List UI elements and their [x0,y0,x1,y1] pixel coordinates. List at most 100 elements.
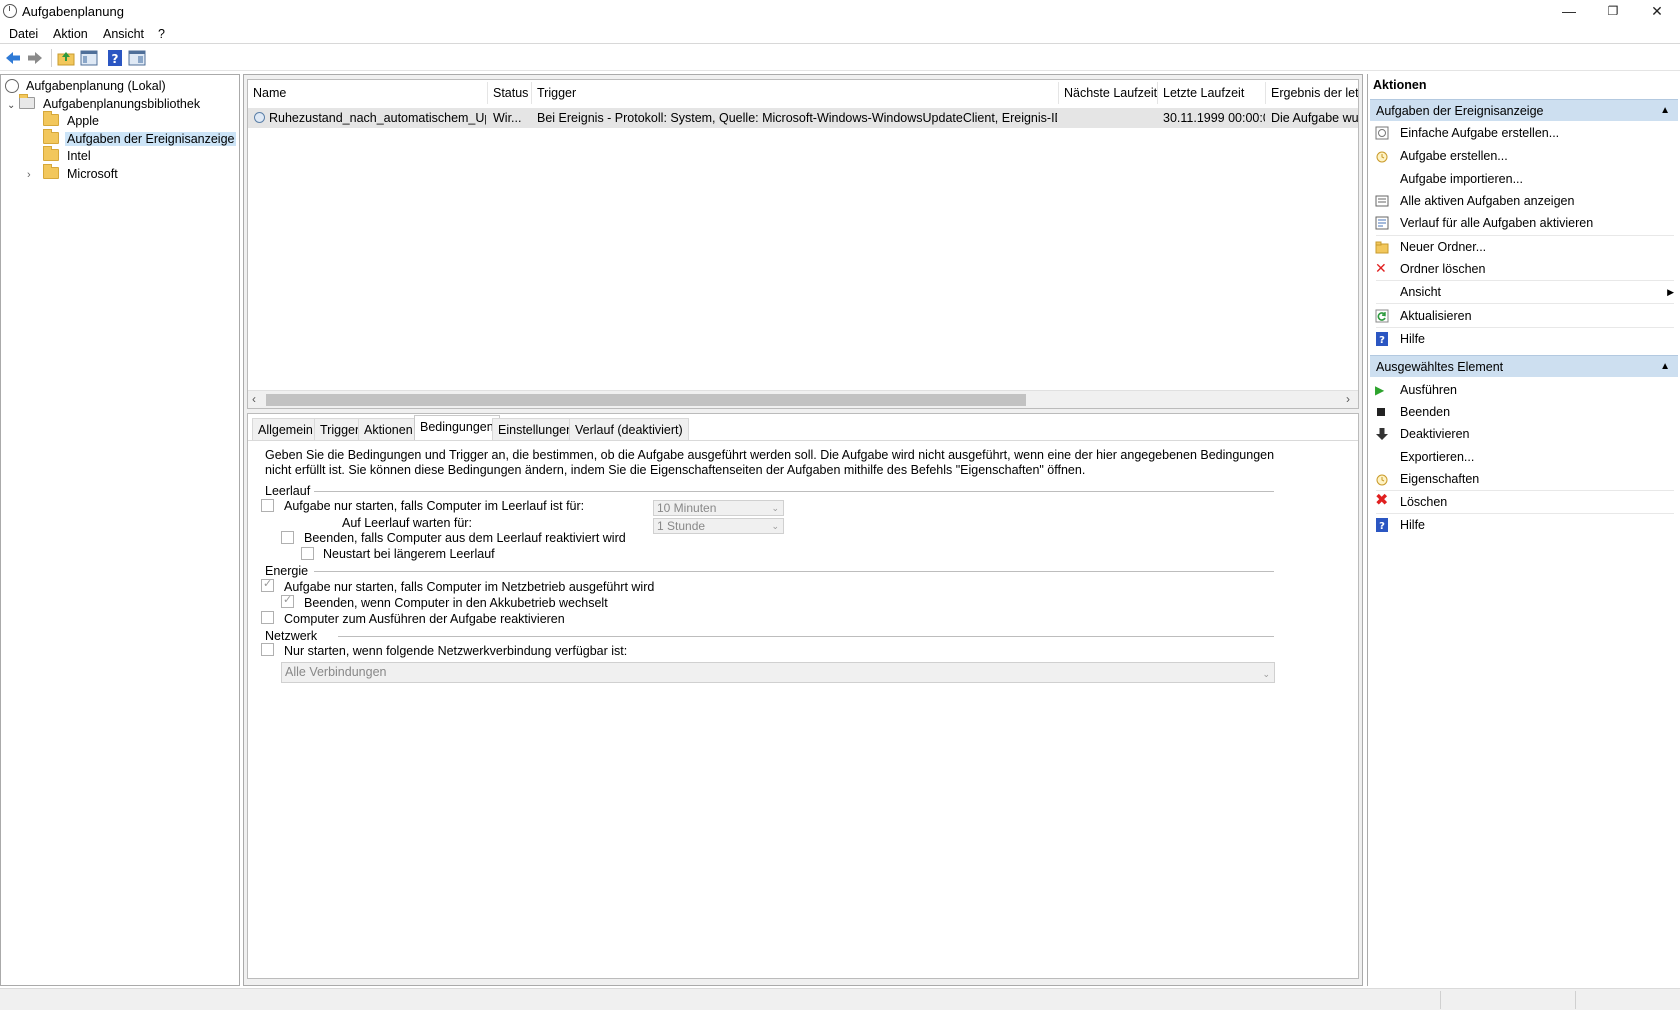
restore-button[interactable]: ❐ [1590,0,1636,24]
delete-x-icon: ✖ [1375,492,1389,509]
tab-einstellungen[interactable]: Einstellungen [492,418,580,440]
tab-verlauf[interactable]: Verlauf (deaktiviert) [569,418,689,440]
ac-power-only-label: Aufgabe nur starten, falls Computer im N… [284,580,655,594]
column-header-trigger[interactable]: Trigger [532,82,1059,104]
tree-item-root[interactable]: Aufgabenplanung (Lokal) [5,77,168,95]
create-basic-task-action[interactable]: Einfache Aufgabe erstellen... [1370,122,1676,144]
tab-allgemein[interactable]: Allgemein [252,418,319,440]
column-header-result[interactable]: Ergebnis der let [1266,82,1358,104]
scroll-right-arrow-icon[interactable]: › [1346,392,1350,406]
svg-text:?: ? [1379,521,1385,532]
wait-duration-select[interactable]: 1 Stunde ⌄ [653,518,784,534]
create-task-action[interactable]: Aufgabe erstellen... [1370,145,1676,167]
chevron-down-icon[interactable]: ⌄ [7,97,19,115]
column-header-name[interactable]: Name [248,82,488,104]
horizontal-scrollbar[interactable]: ‹ › [248,390,1358,408]
task-name-cell: Ruhezustand_nach_automatischem_Up... [254,108,486,128]
window-title: Aufgabenplanung [22,4,124,19]
back-arrow-icon[interactable] [4,49,22,67]
end-action[interactable]: Beenden [1370,401,1676,423]
restart-idle-checkbox[interactable] [301,547,314,560]
stop-if-resumed-checkbox[interactable] [281,531,294,544]
tree-item-intel[interactable]: Intel [43,146,93,165]
section-header-selected-item[interactable]: Ausgewähltes Element ▲ [1370,355,1678,377]
delete-x-icon: ✕ [1375,260,1387,276]
column-header-next-run[interactable]: Nächste Laufzeit [1059,82,1158,104]
running-tasks-icon [1375,195,1389,207]
refresh-icon [1375,309,1389,323]
wait-for-idle-label: Auf Leerlauf warten für: [342,516,472,530]
toolbar-separator [51,49,52,67]
status-divider [1575,991,1576,1009]
svg-text:?: ? [112,52,119,66]
restart-idle-label: Neustart bei längerem Leerlauf [323,547,495,561]
menu-bar: Datei Aktion Ansicht ? [0,24,1680,44]
tree-item-aufgaben-der-ereignisanzeige[interactable]: Aufgaben der Ereignisanzeige [43,129,237,148]
run-action[interactable]: ▶ Ausführen [1370,379,1676,401]
close-button[interactable]: ✕ [1634,0,1680,24]
title-bar: Aufgabenplanung — ❐ ✕ [0,0,1680,24]
section-header-event-viewer-tasks[interactable]: Aufgaben der Ereignisanzeige ▲ [1370,99,1678,121]
task-scheduler-app-icon [3,4,17,18]
chevron-down-icon: ⌄ [771,521,779,531]
task-detail-panel: Allgemein Trigger Aktionen Bedingungen E… [247,413,1359,979]
export-action[interactable]: Exportieren... [1370,446,1676,468]
scrollbar-thumb[interactable] [266,394,1026,406]
folder-icon [43,164,59,179]
separator [1376,303,1674,304]
collapse-caret-icon[interactable]: ▲ [1660,356,1670,378]
forward-arrow-icon[interactable] [26,49,44,67]
console-tree: Aufgabenplanung (Lokal) ⌄ Aufgabenplanung… [0,74,240,986]
stop-on-battery-label: Beenden, wenn Computer in den Akkubetrie… [304,596,608,610]
create-task-icon [1376,151,1388,163]
task-status-cell: Wir... [493,111,522,125]
show-running-tasks-action[interactable]: Alle aktiven Aufgaben anzeigen [1370,190,1676,212]
wake-computer-checkbox[interactable] [261,611,274,624]
tree-item-apple[interactable]: Apple [43,111,101,130]
task-trigger-cell: Bei Ereignis - Protokoll: System, Quelle… [537,111,1057,125]
delete-action[interactable]: ✖ Löschen [1370,491,1676,513]
properties-action[interactable]: Eigenschaften [1370,468,1676,490]
up-folder-icon[interactable] [57,49,75,67]
menu-aktion[interactable]: Aktion [53,27,88,41]
minimize-button[interactable]: — [1546,0,1592,24]
submenu-arrow-icon: ▶ [1667,287,1674,297]
conditions-description: Geben Sie die Bedingungen und Trigger an… [265,448,1275,477]
folder-icon [43,111,59,126]
network-checkbox[interactable] [261,643,274,656]
help-selected-action[interactable]: ? Hilfe [1370,514,1676,536]
new-folder-action[interactable]: Neuer Ordner... [1370,236,1676,258]
column-header-last-run[interactable]: Letzte Laufzeit [1158,82,1266,104]
table-row[interactable]: Ruhezustand_nach_automatischem_Up... Wir… [248,108,1359,128]
scroll-left-arrow-icon[interactable]: ‹ [252,392,256,406]
menu-help[interactable]: ? [158,27,165,41]
import-task-action[interactable]: Aufgabe importieren... [1370,168,1676,190]
task-result-cell: Die Aufgabe wu [1271,111,1359,125]
actions-pane: Aktionen Aufgaben der Ereignisanzeige ▲ E… [1367,74,1680,986]
tree-item-microsoft[interactable]: › Microsoft [27,164,120,184]
group-divider [338,636,1274,637]
ac-power-only-checkbox[interactable] [261,577,274,592]
help-action[interactable]: ? Hilfe [1370,328,1676,350]
enable-history-action[interactable]: Verlauf für alle Aufgaben aktivieren [1370,212,1676,234]
tab-aktionen[interactable]: Aktionen [358,418,419,440]
refresh-action[interactable]: Aktualisieren [1370,305,1676,327]
network-connection-select[interactable]: Alle Verbindungen ⌄ [281,662,1275,683]
view-submenu-action[interactable]: Ansicht ▶ [1370,281,1676,303]
help-icon[interactable]: ? [106,49,124,67]
menu-ansicht[interactable]: Ansicht [103,27,144,41]
delete-folder-action[interactable]: ✕ Ordner löschen [1370,258,1676,280]
show-hide-action-pane-icon[interactable] [128,49,146,67]
show-hide-tree-icon[interactable] [80,49,98,67]
stop-on-battery-checkbox[interactable] [281,593,294,608]
idle-duration-select[interactable]: 10 Minuten ⌄ [653,500,784,516]
chevron-down-icon: ⌄ [771,503,779,513]
menu-datei[interactable]: Datei [9,27,38,41]
tree-item-library[interactable]: ⌄ Aufgabenplanungsbibliothek [7,94,202,115]
column-header-status[interactable]: Status [488,82,532,104]
disable-action[interactable]: Deaktivieren [1370,423,1676,445]
start-if-idle-checkbox[interactable] [261,499,274,512]
tab-bedingungen[interactable]: Bedingungen [414,415,500,441]
chevron-right-icon[interactable]: › [27,166,43,184]
collapse-caret-icon[interactable]: ▲ [1660,100,1670,122]
